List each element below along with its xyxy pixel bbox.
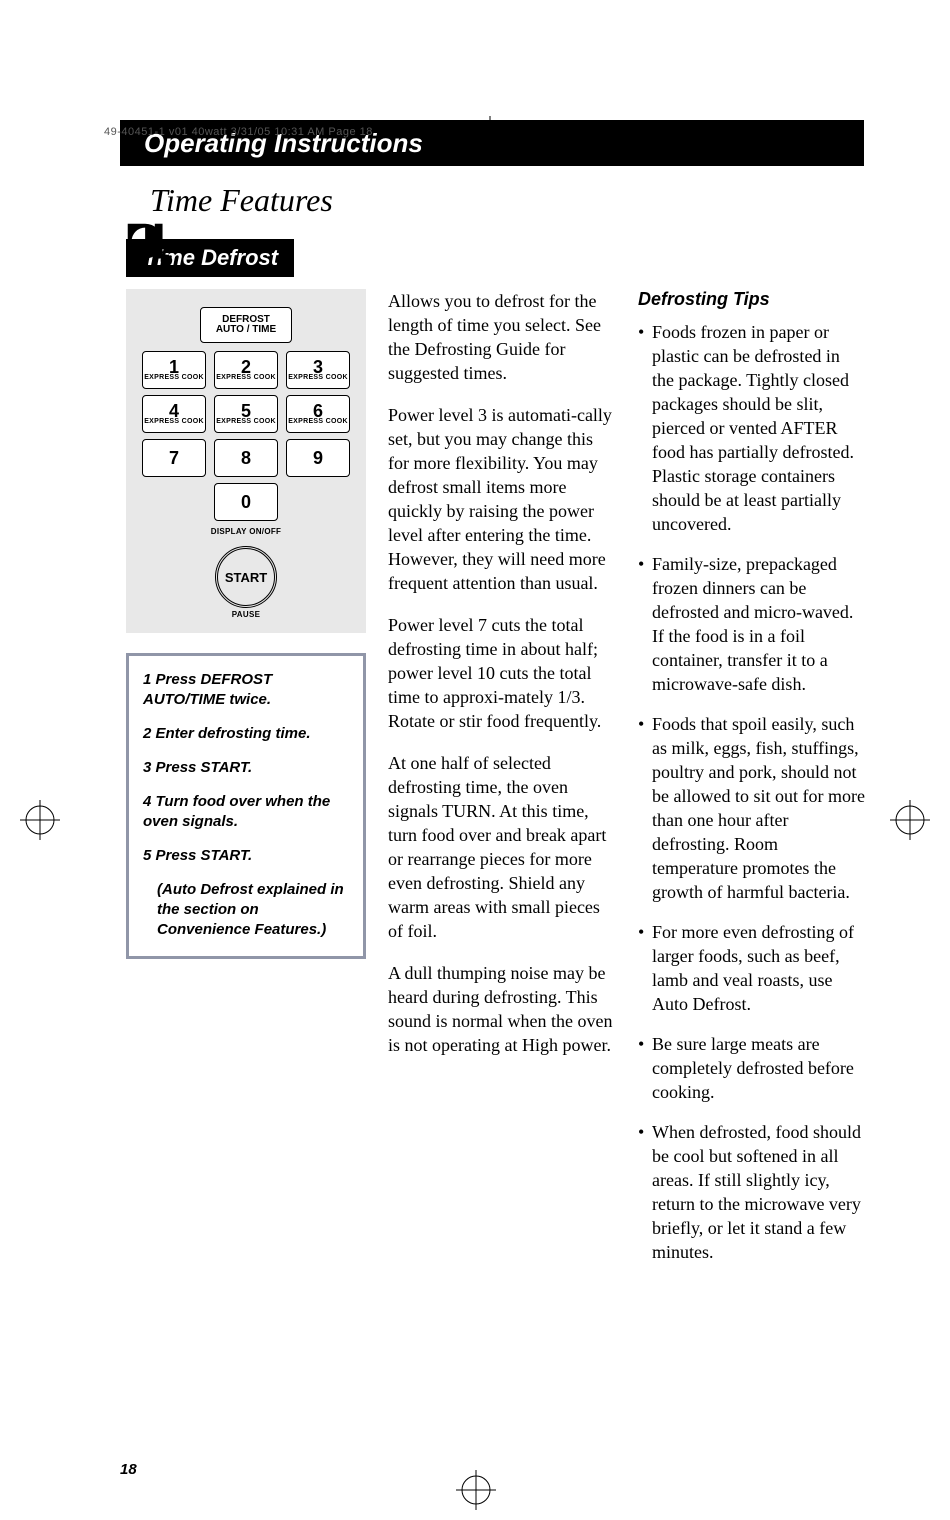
tip-5: Be sure large meats are completely defro… [638,1032,866,1104]
control-panel: DEFROST AUTO / TIME 1EXPRESS COOK 2EXPRE… [126,289,366,633]
steps-note: (Auto Defrost explained in the section o… [143,880,349,940]
key-9: 9 [286,439,350,477]
display-label: DISPLAY ON/OFF [140,527,352,536]
crop-line: 49-40451-1 v01 40watt 3/31/05 10:31 AM P… [104,126,373,138]
key-8: 8 [214,439,278,477]
section-icon [120,216,178,274]
tip-2: Family-size, prepackaged frozen dinners … [638,552,866,696]
key-1: 1EXPRESS COOK [142,351,206,389]
manual-page: 49-40451-1 v01 40watt 3/31/05 10:31 AM P… [0,120,950,1520]
tip-6: When defrosted, food should be cool but … [638,1120,866,1264]
right-column: Defrosting Tips Foods frozen in paper or… [638,289,866,1280]
key-2: 2EXPRESS COOK [214,351,278,389]
key-5: 5EXPRESS COOK [214,395,278,433]
para-2: Power level 3 is automati-cally set, but… [388,403,616,595]
para-3: Power level 7 cuts the total defrosting … [388,613,616,733]
tip-4: For more even defrosting of larger foods… [638,920,866,1016]
content-columns: DEFROST AUTO / TIME 1EXPRESS COOK 2EXPRE… [126,289,866,1280]
defrost-button: DEFROST AUTO / TIME [200,307,292,343]
key-row-1: 1EXPRESS COOK 2EXPRESS COOK 3EXPRESS COO… [140,351,352,389]
middle-column: Allows you to defrost for the length of … [388,289,616,1075]
key-row-4: 0 [140,483,352,521]
step-2: 2 Enter defrosting time. [143,724,349,744]
para-5: A dull thumping noise may be heard durin… [388,961,616,1057]
left-column: DEFROST AUTO / TIME 1EXPRESS COOK 2EXPRE… [126,289,366,959]
registration-right [890,800,930,840]
registration-top [430,116,550,156]
step-5: 5 Press START. [143,846,349,866]
start-button: START [215,546,277,608]
step-3: 3 Press START. [143,758,349,778]
tip-1: Foods frozen in paper or plastic can be … [638,320,866,536]
key-7: 7 [142,439,206,477]
registration-left [20,800,60,840]
key-6: 6EXPRESS COOK [286,395,350,433]
page-subtitle: Time Features [150,182,950,219]
registration-bottom [456,1470,496,1510]
tips-title: Defrosting Tips [638,289,866,310]
step-1: 1 Press DEFROST AUTO/TIME twice. [143,670,349,710]
tips-list: Foods frozen in paper or plastic can be … [638,320,866,1264]
para-4: At one half of selected defrosting time,… [388,751,616,943]
para-1: Allows you to defrost for the length of … [388,289,616,385]
key-row-3: 7 8 9 [140,439,352,477]
key-3: 3EXPRESS COOK [286,351,350,389]
tip-3: Foods that spoil easily, such as milk, e… [638,712,866,904]
step-4: 4 Turn food over when the oven signals. [143,792,349,832]
page-number: 18 [120,1461,137,1478]
key-4: 4EXPRESS COOK [142,395,206,433]
key-row-2: 4EXPRESS COOK 5EXPRESS COOK 6EXPRESS COO… [140,395,352,433]
pause-label: PAUSE [140,610,352,619]
steps-box: 1 Press DEFROST AUTO/TIME twice. 2 Enter… [126,653,366,959]
key-0: 0 [214,483,278,521]
